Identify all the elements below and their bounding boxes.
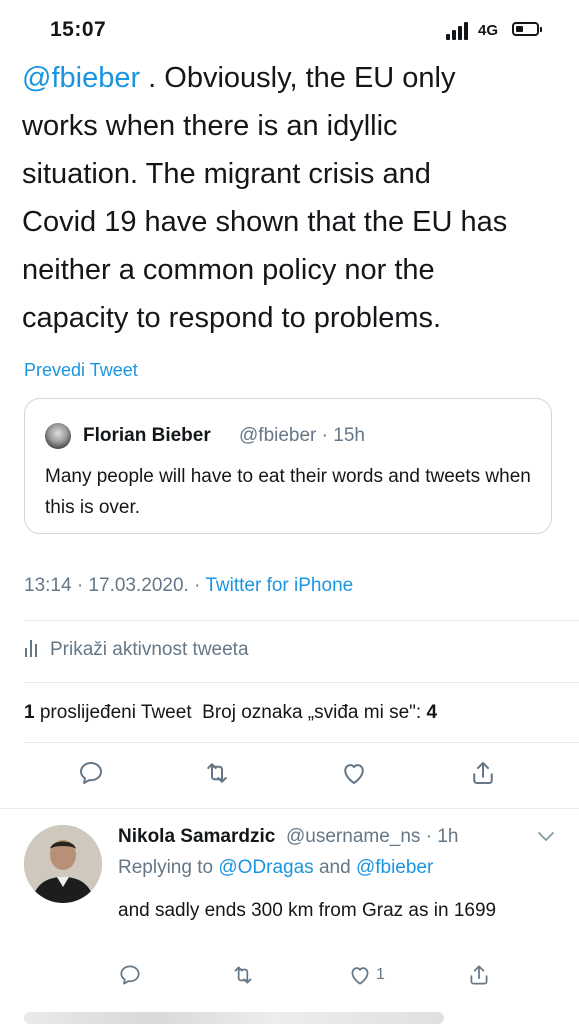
view-activity-label: Prikaži aktivnost tweeta — [50, 639, 249, 660]
like-count: 1 — [376, 966, 385, 983]
share-icon — [470, 965, 488, 985]
tweet-timestamp: 13:14 · 17.03.2020. · — [24, 575, 206, 596]
quoted-tweet-text: Many people will have to eat their words… — [45, 466, 531, 518]
divider — [24, 742, 579, 743]
quoted-tweet-card[interactable]: Florian Bieber @fbieber · 15h Many peopl… — [24, 398, 552, 534]
tweet-line: works when there is an idyllic — [22, 110, 398, 142]
tweet-line: capacity to respond to problems. — [22, 302, 442, 334]
retweet-button[interactable] — [230, 962, 256, 988]
like-button[interactable] — [339, 758, 369, 788]
signal-icon — [446, 22, 468, 40]
view-activity-button[interactable]: Prikaži aktivnost tweeta — [24, 639, 249, 661]
thread-separator — [0, 808, 579, 809]
reply-icon — [80, 762, 102, 784]
like-icon — [351, 967, 369, 985]
tweet-stats: 1 proslijeđeni Tweet Broj oznaka „sviđa … — [24, 702, 437, 724]
likes-label[interactable]: Broj oznaka „sviđa mi se": — [202, 702, 426, 723]
retweet-label[interactable]: proslijeđeni Tweet — [35, 702, 192, 723]
replying-to: Replying to @ODragas and @fbieber — [118, 857, 434, 878]
reply-author-handle: @username_ns · 1h — [286, 826, 459, 847]
retweet-count: 1 — [24, 702, 35, 723]
network-label: 4G — [478, 22, 499, 39]
analytics-icon — [24, 639, 42, 657]
retweet-icon — [207, 763, 227, 783]
mention-link[interactable]: @ODragas — [218, 857, 313, 878]
quoted-author-handle: @fbieber · 15h — [239, 425, 365, 446]
next-tweet-preview — [24, 1012, 444, 1024]
status-time: 15:07 — [50, 18, 107, 41]
share-icon — [473, 762, 493, 784]
share-button[interactable] — [468, 758, 498, 788]
retweet-button[interactable] — [202, 758, 232, 788]
tweet-line-1: @fbieber . Obviously, the EU only — [22, 62, 456, 94]
avatar[interactable] — [24, 825, 102, 903]
status-bar: 15:07 4G — [0, 0, 579, 62]
reply-button[interactable] — [117, 962, 143, 988]
reply-text: and sadly ends 300 km from Graz as in 16… — [118, 900, 497, 921]
mention-link[interactable]: @fbieber — [22, 62, 140, 94]
reply-author-name[interactable]: Nikola Samardzic — [118, 826, 275, 848]
retweet-icon — [234, 966, 252, 984]
tweet-line: Covid 19 have shown that the EU has — [22, 206, 508, 238]
tweet-text: @fbieber . Obviously, the EU only works … — [22, 54, 562, 342]
translate-tweet-link[interactable]: Prevedi Tweet — [24, 360, 138, 381]
divider — [24, 682, 579, 683]
tweet-line: neither a common policy nor the — [22, 254, 435, 286]
tweet-source-link[interactable]: Twitter for iPhone — [205, 575, 353, 596]
like-button[interactable] — [347, 962, 373, 988]
battery-icon — [512, 22, 542, 36]
like-icon — [344, 764, 364, 784]
quoted-author-name: Florian Bieber — [83, 425, 211, 446]
chevron-down-icon — [538, 832, 554, 841]
divider — [24, 620, 579, 621]
tweet-line: situation. The migrant crisis and — [22, 158, 431, 190]
quoted-avatar — [45, 423, 71, 449]
more-options-button[interactable] — [537, 830, 555, 848]
reply-icon — [120, 965, 140, 985]
tweet-meta: 13:14 · 17.03.2020. · Twitter for iPhone — [24, 575, 353, 597]
share-button[interactable] — [466, 962, 492, 988]
reply-button[interactable] — [76, 758, 106, 788]
mention-link[interactable]: @fbieber — [356, 857, 433, 878]
likes-count: 4 — [426, 702, 438, 723]
